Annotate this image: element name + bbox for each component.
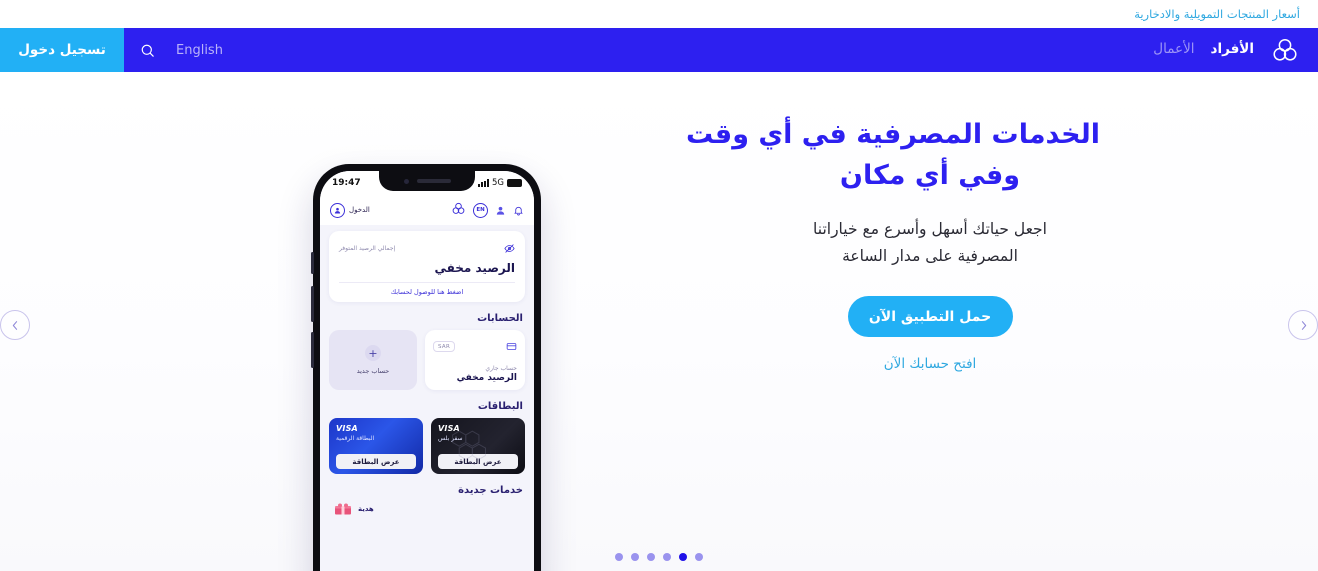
card-brand-block: VISA البطاقة الرقمية xyxy=(336,424,416,442)
ticker-text[interactable]: أسعار المنتجات التمويلية والادخارية xyxy=(1134,7,1300,21)
hero-subtitle: اجعل حياتك أسهل وأسرع مع خياراتنا المصرف… xyxy=(760,216,1100,269)
phone-volume-up-button xyxy=(311,286,314,322)
new-account-button[interactable]: + حساب جديد xyxy=(329,330,417,390)
accounts-section-title: الحسابات xyxy=(477,313,523,324)
bell-icon[interactable] xyxy=(513,201,524,220)
carousel-dot[interactable] xyxy=(615,553,623,561)
open-account-link[interactable]: افتح حسابك الآن xyxy=(760,356,1100,372)
carousel-dots xyxy=(615,553,703,561)
phone-volume-down-button xyxy=(311,332,314,368)
view-card-button[interactable]: عرض البطاقة xyxy=(336,454,416,469)
phone-speaker xyxy=(416,179,451,183)
hero-carousel-section: الخدمات المصرفية في أي وقت وفي أي مكان ا… xyxy=(0,72,1318,571)
nav-brand-and-tabs: الأفراد الأعمال xyxy=(1153,28,1318,72)
carousel-dot[interactable] xyxy=(663,553,671,561)
phone-mockup: 19:47 5G EN الدخول إجمالي الرصيد المتوفر… xyxy=(311,164,541,571)
phone-screen: 19:47 5G EN الدخول إجمالي الرصيد المتوفر… xyxy=(320,171,534,571)
person-filled-icon[interactable] xyxy=(495,201,506,220)
balance-card: إجمالي الرصيد المتوفر الرصيد مخفي اضغط ه… xyxy=(329,231,525,302)
service-item-label: هدية xyxy=(358,505,374,513)
eye-off-icon[interactable] xyxy=(504,239,515,258)
language-badge[interactable]: EN xyxy=(473,202,488,218)
phone-mute-button xyxy=(311,252,314,274)
account-card-text: حساب جاري الرصيد مخفي xyxy=(433,365,517,383)
cards-section-title: البطاقات xyxy=(477,401,523,412)
carousel-dot[interactable] xyxy=(631,553,639,561)
phone-notch xyxy=(379,171,475,191)
payment-card-travel-plus[interactable]: VISA سفر بلس عرض البطاقة xyxy=(431,418,525,474)
status-indicators: 5G xyxy=(478,178,522,188)
cards-row: VISA سفر بلس عرض البطاقة VISA البطاقة ال… xyxy=(329,418,525,474)
services-section-title: خدمات جديدة xyxy=(458,485,523,496)
app-header-icons: EN xyxy=(451,201,524,220)
plus-icon: + xyxy=(365,345,381,361)
hero-title-line-2: وفي أي مكان xyxy=(839,160,1021,192)
hex-pattern-decoration xyxy=(452,430,486,460)
signal-bars-icon xyxy=(478,179,489,187)
carousel-dot[interactable] xyxy=(695,553,703,561)
currency-badge: SAR xyxy=(433,341,456,352)
main-navigation-bar: الأفراد الأعمال English تسجيل دخول xyxy=(0,28,1318,72)
nav-tab-list: الأفراد الأعمال xyxy=(1153,43,1254,57)
account-card-top: SAR xyxy=(433,337,517,356)
search-icon[interactable] xyxy=(124,28,170,72)
trefoil-logo-icon[interactable] xyxy=(1270,35,1300,65)
phone-camera xyxy=(403,178,409,184)
payment-card-digital[interactable]: VISA البطاقة الرقمية عرض البطاقة xyxy=(329,418,423,474)
download-app-button[interactable]: حمل التطبيق الآن xyxy=(847,296,1013,338)
gift-icon xyxy=(335,503,351,515)
hero-title-line-1: الخدمات المصرفية في أي وقت xyxy=(685,119,1100,150)
nav-tab-individuals[interactable]: الأفراد xyxy=(1211,43,1254,57)
balance-label: إجمالي الرصيد المتوفر xyxy=(339,245,396,252)
carousel-next-button[interactable] xyxy=(1288,310,1318,340)
status-time: 19:47 xyxy=(332,178,361,188)
accounts-row: SAR حساب جاري الرصيد مخفي + حساب جديد xyxy=(329,330,525,390)
app-login-button[interactable]: الدخول xyxy=(330,202,370,218)
app-login-label: الدخول xyxy=(349,206,370,214)
app-content: إجمالي الرصيد المتوفر الرصيد مخفي اضغط ه… xyxy=(320,225,534,516)
trefoil-logo-icon xyxy=(451,201,466,220)
hero-copy-block: الخدمات المصرفية في أي وقت وفي أي مكان ا… xyxy=(686,114,1100,372)
nav-actions: English تسجيل دخول xyxy=(0,28,237,72)
battery-icon xyxy=(507,179,522,187)
carousel-dot-active[interactable] xyxy=(679,553,687,561)
hero-title: الخدمات المصرفية في أي وقت وفي أي مكان xyxy=(686,114,1100,196)
card-name: البطاقة الرقمية xyxy=(336,435,375,442)
avatar-icon xyxy=(330,202,345,218)
carousel-prev-button[interactable] xyxy=(0,310,30,340)
service-item-gift[interactable]: هدية xyxy=(329,502,525,516)
balance-divider xyxy=(339,282,515,283)
account-type-label: حساب جاري xyxy=(485,365,517,372)
credit-card-icon xyxy=(506,337,517,356)
carousel-dot[interactable] xyxy=(647,553,655,561)
login-button[interactable]: تسجيل دخول xyxy=(0,28,124,72)
visa-logo: VISA xyxy=(336,424,358,433)
hero-subtitle-line-1: اجعل حياتك أسهل وأسرع مع خياراتنا xyxy=(813,220,1047,239)
network-type-label: 5G xyxy=(492,178,504,188)
balance-access-link[interactable]: اضغط هنا للوصول لحسابك xyxy=(339,288,515,296)
new-account-label: حساب جديد xyxy=(356,367,390,375)
nav-tab-business[interactable]: الأعمال xyxy=(1153,43,1194,57)
language-switch-button[interactable]: English xyxy=(170,28,237,72)
balance-card-top: إجمالي الرصيد المتوفر xyxy=(339,239,515,258)
account-balance-value: الرصيد مخفي xyxy=(456,373,517,383)
top-ticker-bar: أسعار المنتجات التمويلية والادخارية xyxy=(0,0,1318,28)
hero-subtitle-line-2: المصرفية على مدار الساعة xyxy=(842,246,1018,265)
account-card-current[interactable]: SAR حساب جاري الرصيد مخفي xyxy=(425,330,525,390)
app-header: EN الدخول xyxy=(320,195,534,225)
balance-value: الرصيد مخفي xyxy=(434,261,515,275)
